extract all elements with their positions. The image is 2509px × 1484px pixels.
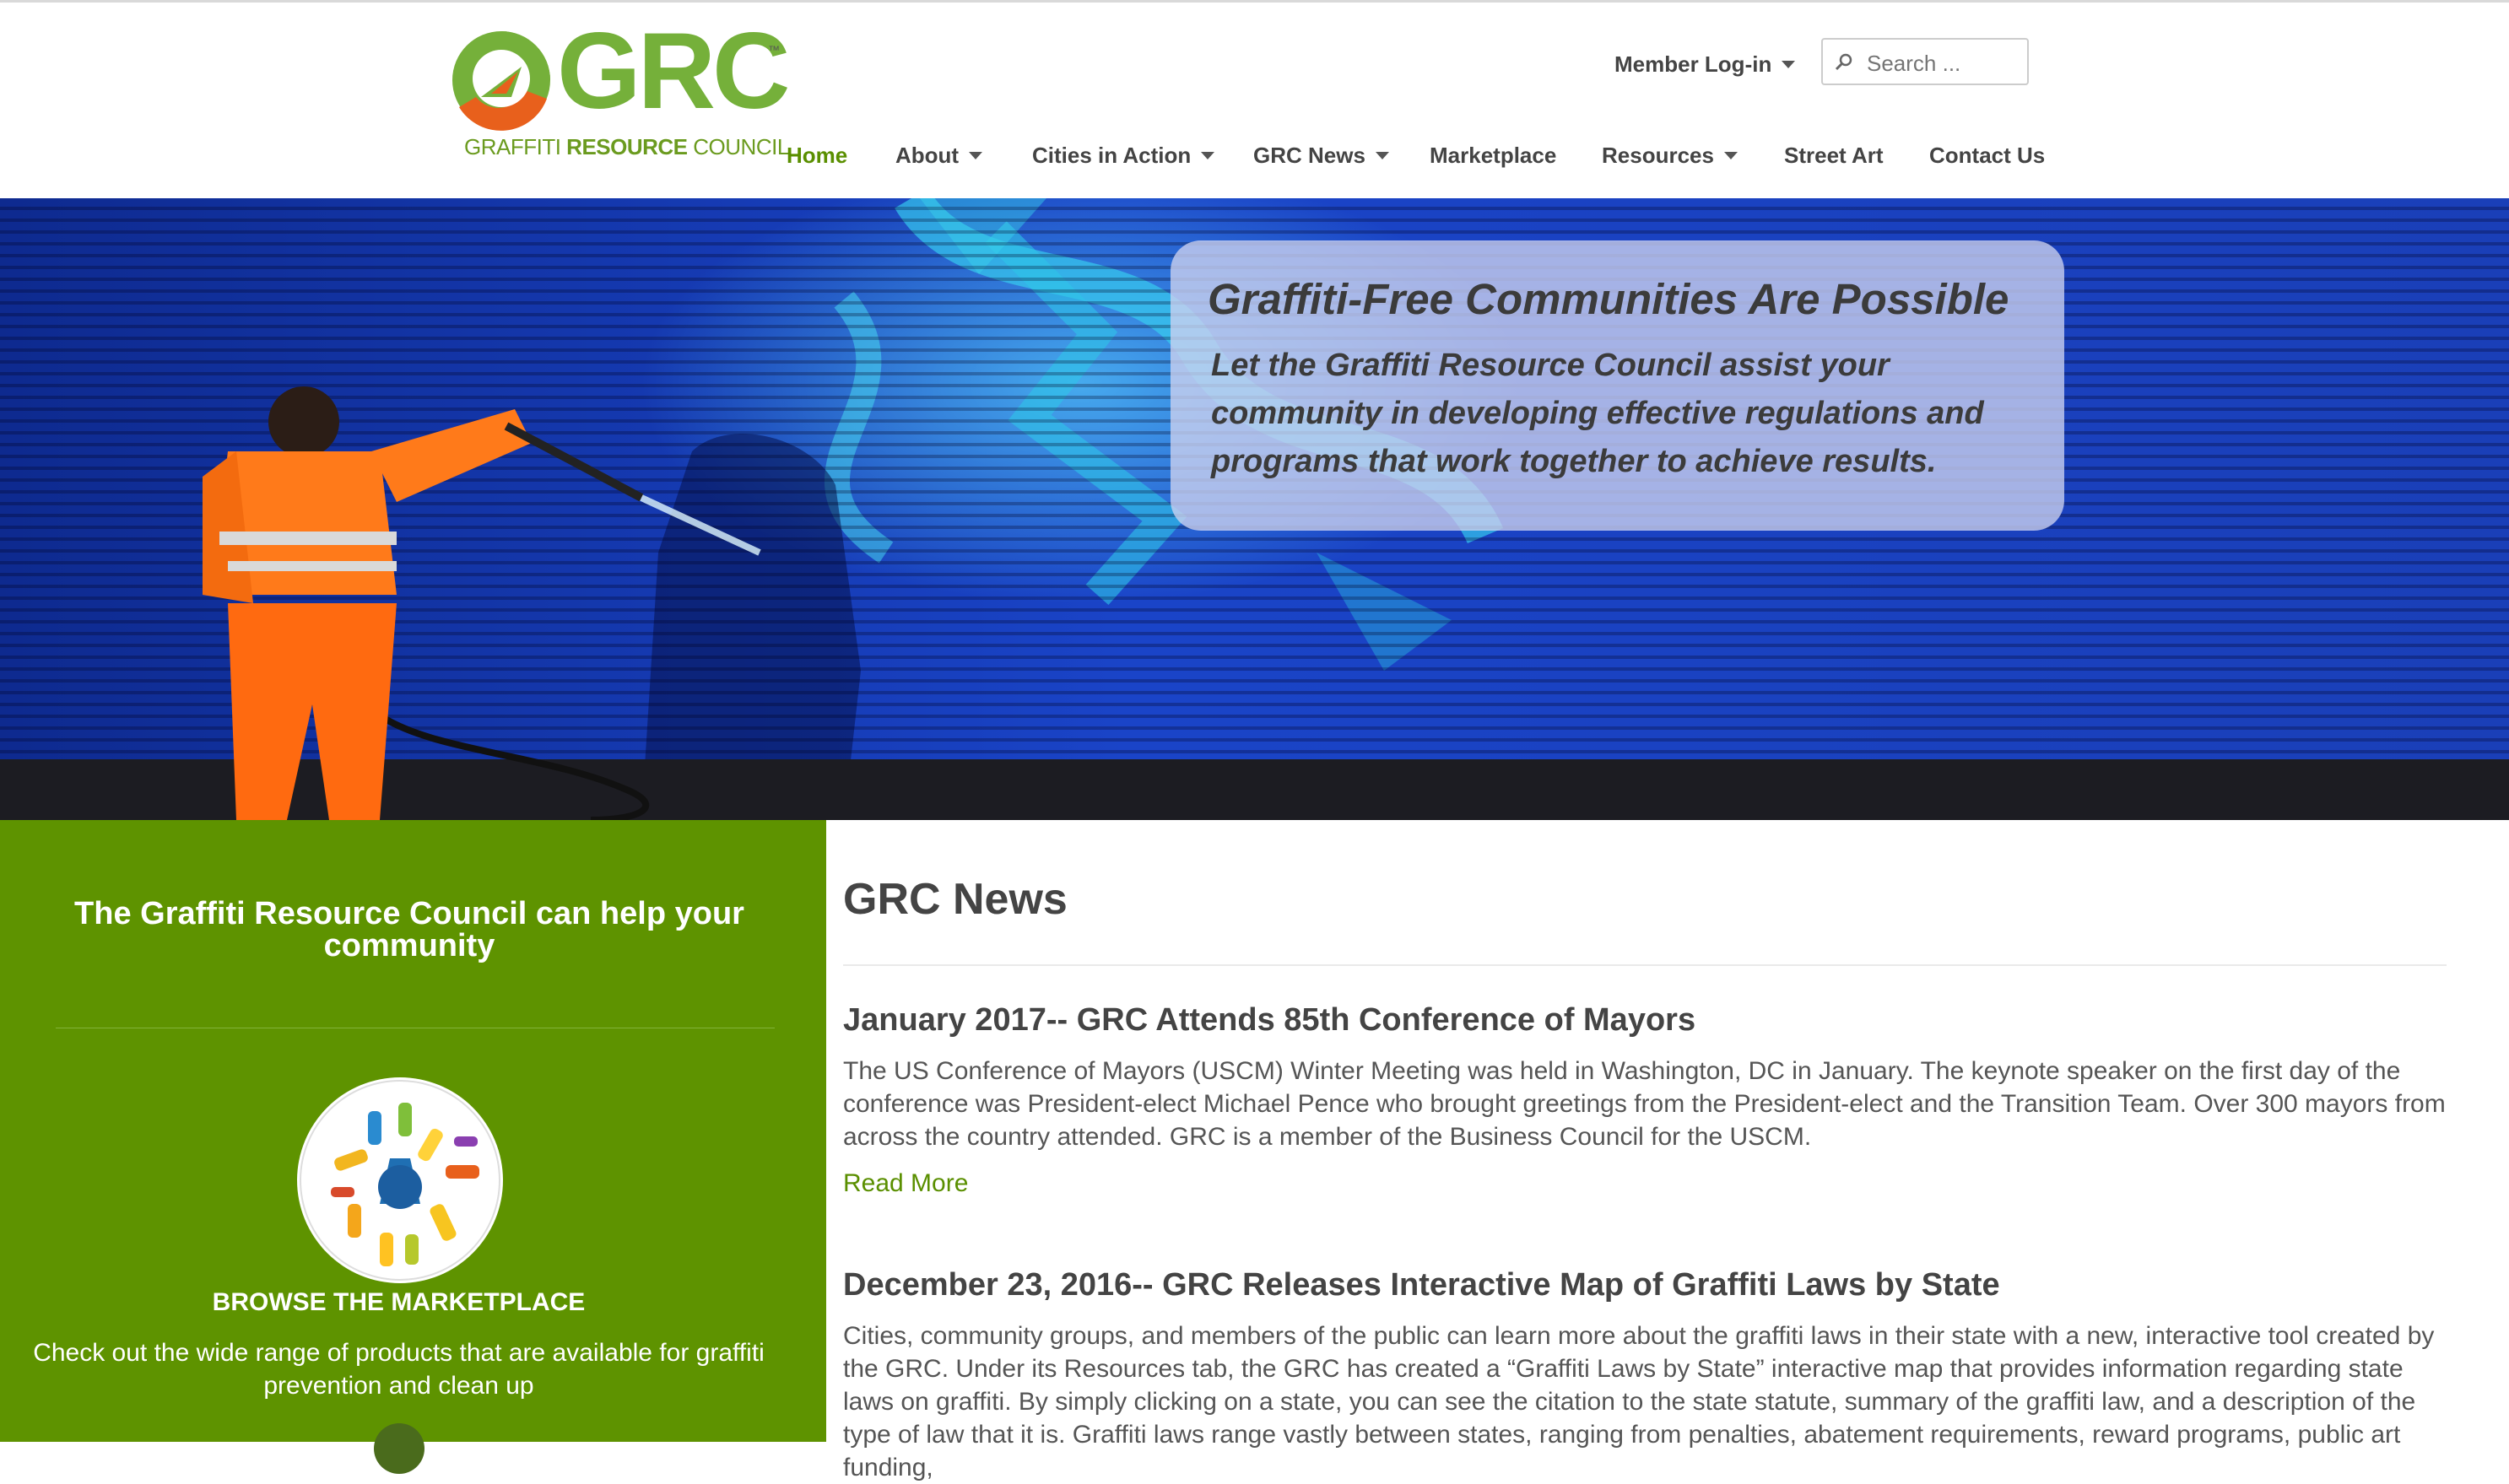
nav-item-grc-news[interactable]: GRC News — [1253, 143, 1389, 169]
news-heading: GRC News — [843, 875, 1068, 924]
logo-tagline-word: COUNCIL — [693, 134, 789, 159]
logo-mark-icon — [452, 31, 550, 131]
logo-tagline-word: GRAFFITI — [464, 134, 561, 159]
logo-tagline-word: RESOURCE — [566, 134, 688, 159]
logo-tagline: GRAFFITI RESOURCE COUNCIL — [464, 134, 789, 160]
hero-title: Graffiti-Free Communities Are Possible — [1208, 275, 2009, 323]
read-more-link[interactable]: Read More — [843, 1169, 968, 1198]
member-login-dropdown[interactable]: Member Log-in — [1614, 51, 1796, 78]
nav-item-label: Street Art — [1784, 143, 1884, 168]
member-login-label: Member Log-in — [1614, 51, 1772, 77]
article-body: Cities, community groups, and members of… — [843, 1322, 2435, 1481]
nav-item-street-art[interactable]: Street Art — [1784, 143, 1884, 169]
logo-trademark: ™ — [768, 43, 780, 57]
marketplace-title[interactable]: BROWSE THE MARKETPLACE — [0, 1288, 798, 1317]
promo-sidebar: The Graffiti Resource Council can help y… — [0, 820, 826, 1474]
search-box[interactable] — [1821, 38, 2029, 85]
nav-item-label: Resources — [1602, 143, 1714, 168]
nav-item-home[interactable]: Home — [787, 143, 847, 169]
promo-heading: The Graffiti Resource Council can help y… — [74, 896, 744, 963]
chevron-down-icon — [969, 151, 983, 159]
news-section: GRC News January 2017-- GRC Attends 85th… — [826, 820, 2509, 1481]
site-logo[interactable]: GRC ™ GRAFFITI RESOURCE COUNCIL — [447, 18, 790, 165]
hero-callout: Graffiti-Free Communities Are Possible L… — [1171, 240, 2064, 531]
hero-subtitle: Let the Graffiti Resource Council assist… — [1211, 348, 1984, 480]
divider — [843, 964, 2447, 966]
search-input[interactable] — [1865, 46, 2020, 80]
nav-item-marketplace[interactable]: Marketplace — [1430, 143, 1556, 169]
hero-banner: Graffiti-Free Communities Are Possible L… — [0, 198, 2509, 820]
article-title[interactable]: January 2017-- GRC Attends 85th Conferen… — [843, 1002, 1695, 1039]
article-title[interactable]: December 23, 2016-- GRC Releases Interac… — [843, 1267, 2000, 1303]
chevron-down-icon — [1375, 151, 1389, 159]
nav-item-label: Marketplace — [1430, 143, 1557, 168]
nav-item-label: GRC News — [1253, 143, 1365, 168]
nav-item-cities-in-action[interactable]: Cities in Action — [1032, 143, 1215, 169]
nav-item-label: Cities in Action — [1032, 143, 1192, 168]
marketplace-image[interactable] — [297, 1077, 503, 1283]
nav-item-label: Contact Us — [1929, 143, 2046, 168]
nav-item-contact-us[interactable]: Contact Us — [1929, 143, 2045, 169]
nav-item-about[interactable]: About — [895, 143, 983, 169]
nav-item-label: About — [895, 143, 960, 168]
nav-item-label: Home — [787, 143, 848, 168]
logo-wordmark: GRC — [557, 11, 790, 132]
cleaning-gloves-icon — [300, 1080, 500, 1281]
chevron-down-icon — [1201, 151, 1215, 159]
nav-item-resources[interactable]: Resources — [1602, 143, 1738, 169]
marketplace-description: Check out the wide range of products tha… — [33, 1339, 765, 1400]
search-icon — [1835, 53, 1852, 71]
chevron-down-icon — [1782, 60, 1796, 68]
site-header: GRC ™ GRAFFITI RESOURCE COUNCIL Member L… — [0, 0, 2509, 198]
article-body: The US Conference of Mayors (USCM) Winte… — [843, 1057, 2446, 1151]
carousel-dot[interactable] — [374, 1423, 424, 1474]
chevron-down-icon — [1723, 151, 1738, 159]
